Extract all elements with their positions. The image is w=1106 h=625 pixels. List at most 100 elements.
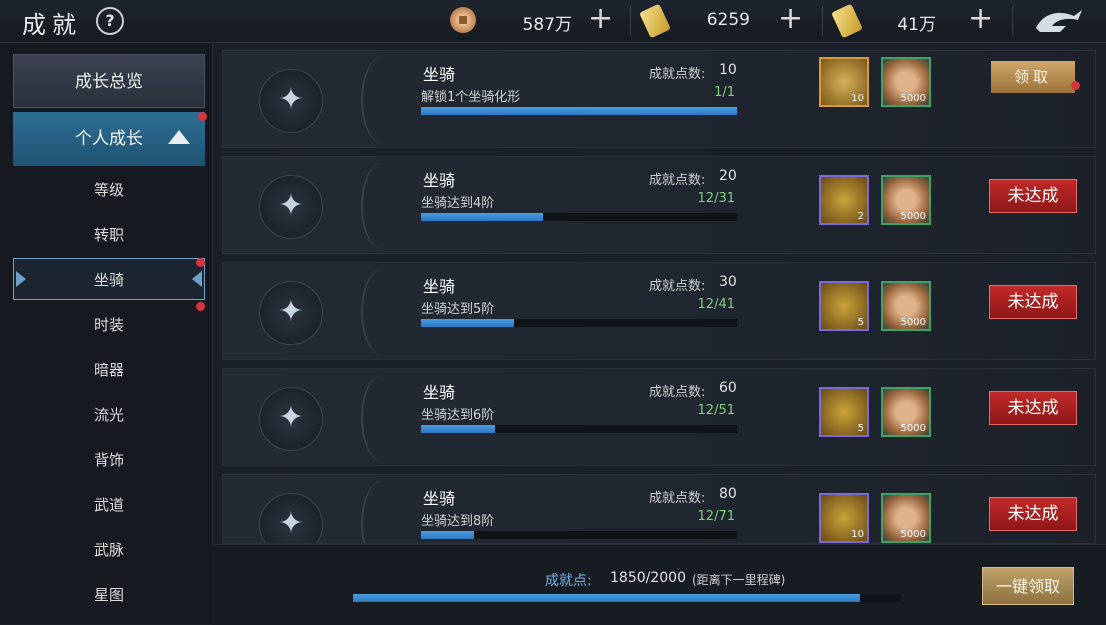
progress-text: 12/51 [697,403,735,418]
add-gold-bar-button[interactable]: + [968,2,993,36]
sidebar-item-hidden-weapon[interactable]: 暗器 [13,349,205,391]
help-icon[interactable]: ? [96,7,124,35]
sidebar-item-meridian[interactable]: 武脉 [13,529,205,571]
notification-dot [196,258,205,267]
achievement-description: 坐骑达到4阶 [421,196,495,211]
sidebar-item-fashion[interactable]: 时装 [13,304,205,346]
currency-gold-ingot: 6259 + [632,0,812,42]
mount-emblem-icon: ✦ [259,175,323,239]
progress-bar [421,531,737,539]
points-value: 20 [719,168,737,184]
not-achieved-button[interactable]: 未达成 [989,497,1077,531]
reward-count: 5000 [900,317,926,328]
progress-bar [421,319,737,327]
sidebar-item-star-map[interactable]: 星图 [13,574,205,616]
total-progress-fill [353,594,860,602]
divider [361,269,403,355]
add-gold-ingot-button[interactable]: + [778,2,803,36]
divider [1012,6,1013,36]
milestone-note: (距离下一里程碑) [692,573,786,587]
achievement-description: 坐骑达到5阶 [421,302,495,317]
divider [361,57,403,143]
reward-count: 5 [857,317,864,328]
gold-pouch-icon[interactable]: 5 [819,387,869,437]
points-label: 成就点数: [649,173,706,188]
notification-dot [198,112,207,121]
achievement-title: 坐骑 [423,383,456,402]
sidebar-item-light-flow[interactable]: 流光 [13,394,205,436]
claim-all-button[interactable]: 一键领取 [982,567,1074,605]
achievement-row: ✦ 坐骑 成就点数: 10 解锁1个坐骑化形 1/1 10 5000 领取 [222,50,1096,148]
sidebar-personal-growth-tab[interactable]: 个人成长 [13,112,205,166]
progress-bar [421,107,737,115]
progress-text: 12/71 [697,509,735,524]
progress-text: 12/41 [697,297,735,312]
achievement-title: 坐骑 [423,65,456,84]
currency-copper: 587万 + [440,0,620,42]
gold-pouch-icon[interactable]: 5 [819,281,869,331]
progress-fill [421,319,514,327]
gold-pouch-icon[interactable]: 10 [819,493,869,543]
total-progress-bar [353,594,901,602]
page-title: 成就 [22,11,82,39]
achievement-title: 坐骑 [423,171,456,190]
gold-pouch-icon[interactable]: 2 [819,175,869,225]
achievement-row: ✦ 坐骑 成就点数: 20 坐骑达到4阶 12/31 2 5000 未达成 [222,156,1096,254]
sidebar-item-level[interactable]: 等级 [13,169,205,211]
achievement-description: 解锁1个坐骑化形 [421,90,521,105]
mount-emblem-icon: ✦ [259,493,323,543]
not-achieved-button[interactable]: 未达成 [989,179,1077,213]
achievement-row: ✦ 坐骑 成就点数: 80 坐骑达到8阶 12/71 10 5000 未达成 [222,474,1096,544]
sidebar: 成长总览 个人成长 等级 转职 坐骑 时装 暗器 流光 背饰 武道 武脉 星图 [0,44,213,624]
gold-ingot-icon[interactable]: 10 [819,57,869,107]
reward-count: 5000 [900,423,926,434]
sidebar-item-back-accessory[interactable]: 背饰 [13,439,205,481]
divider [361,481,403,543]
reward-count: 5000 [900,529,926,540]
reward-count: 5000 [900,211,926,222]
gold-bar-amount: 41万 [897,15,936,35]
copper-coin-icon[interactable]: 5000 [881,281,931,331]
sidebar-item-martial-way[interactable]: 武道 [13,484,205,526]
sidebar-item-class-change[interactable]: 转职 [13,214,205,256]
divider [361,163,403,249]
copper-coin-icon[interactable]: 5000 [881,57,931,107]
add-copper-button[interactable]: + [588,2,613,36]
not-achieved-button[interactable]: 未达成 [989,285,1077,319]
achievement-description: 坐骑达到6阶 [421,408,495,423]
copper-coin-icon[interactable]: 5000 [881,175,931,225]
collapse-up-icon[interactable] [168,130,190,144]
reward-count: 10 [851,93,864,104]
sidebar-overview-tab[interactable]: 成长总览 [13,54,205,108]
copper-coin-icon[interactable]: 5000 [881,493,931,543]
total-points-label: 成就点: [545,573,592,589]
copper-coin-icon[interactable]: 5000 [881,387,931,437]
gold-ingot-amount: 6259 [706,10,750,30]
achievement-title: 坐骑 [423,489,456,508]
points-value: 30 [719,274,737,290]
claim-button[interactable]: 领取 [991,61,1075,93]
divider [630,6,631,36]
total-points-value: 1850/2000 [610,570,686,586]
progress-bar [421,213,737,221]
footer-bar: 成就点: 1850/2000 (距离下一里程碑) 一键领取 [212,544,1106,625]
achievement-row: ✦ 坐骑 成就点数: 60 坐骑达到6阶 12/51 5 5000 未达成 [222,368,1096,466]
points-label: 成就点数: [649,279,706,294]
points-label: 成就点数: [649,491,706,506]
copper-amount: 587万 [522,15,572,35]
mount-emblem-icon: ✦ [259,281,323,345]
reward-count: 5000 [900,93,926,104]
progress-fill [421,531,475,539]
divider [822,6,823,36]
achievement-row: ✦ 坐骑 成就点数: 30 坐骑达到5阶 12/41 5 5000 未达成 [222,262,1096,360]
sidebar-item-mount[interactable]: 坐骑 [13,258,205,300]
divider [361,375,403,461]
reward-count: 2 [857,211,864,222]
achievement-description: 坐骑达到8阶 [421,514,495,529]
top-bar: 成就 ? 587万 + 6259 + 41万 + [0,0,1106,43]
progress-fill [421,213,544,221]
not-achieved-button[interactable]: 未达成 [989,391,1077,425]
progress-fill [421,107,737,115]
progress-fill [421,425,496,433]
progress-text: 12/31 [697,191,735,206]
